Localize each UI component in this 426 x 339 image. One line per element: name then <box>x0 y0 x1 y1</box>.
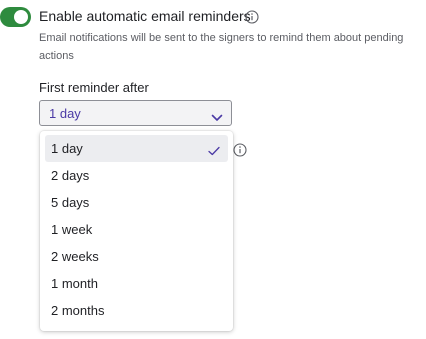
dropdown-option[interactable]: 1 month <box>45 270 228 297</box>
dropdown-option[interactable]: 5 days <box>45 189 228 216</box>
dropdown-option[interactable]: 2 weeks <box>45 243 228 270</box>
first-reminder-selected-value: 1 day <box>49 106 81 121</box>
check-icon <box>208 143 220 156</box>
chevron-down-icon <box>211 109 223 121</box>
dropdown-option-label: 1 day <box>51 141 83 156</box>
reminder-settings-panel: Enable automatic email reminders Email n… <box>0 0 426 339</box>
dropdown-option[interactable]: 2 months <box>45 297 228 324</box>
dropdown-option-label: 1 month <box>51 276 98 291</box>
dropdown-option[interactable]: 1 week <box>45 216 228 243</box>
email-reminders-toggle[interactable] <box>0 7 31 27</box>
first-reminder-dropdown-menu: 1 day 2 days 5 days 1 week 2 weeks 1 mon… <box>40 131 233 331</box>
dropdown-option[interactable]: 2 days <box>45 162 228 189</box>
email-reminders-label: Enable automatic email reminders <box>39 8 251 24</box>
dropdown-option[interactable]: 1 day <box>45 135 228 162</box>
dropdown-option-label: 2 days <box>51 168 90 183</box>
dropdown-option-label: 2 weeks <box>51 249 99 264</box>
dropdown-option-label: 2 months <box>51 303 105 318</box>
info-icon[interactable] <box>233 143 247 157</box>
info-icon[interactable] <box>245 10 259 24</box>
dropdown-option-label: 5 days <box>51 195 90 210</box>
toggle-knob <box>14 10 28 24</box>
first-reminder-select[interactable]: 1 day <box>39 100 232 126</box>
first-reminder-label: First reminder after <box>39 80 149 95</box>
email-reminders-description: Email notifications will be sent to the … <box>39 32 404 62</box>
dropdown-option-label: 1 week <box>51 222 93 237</box>
